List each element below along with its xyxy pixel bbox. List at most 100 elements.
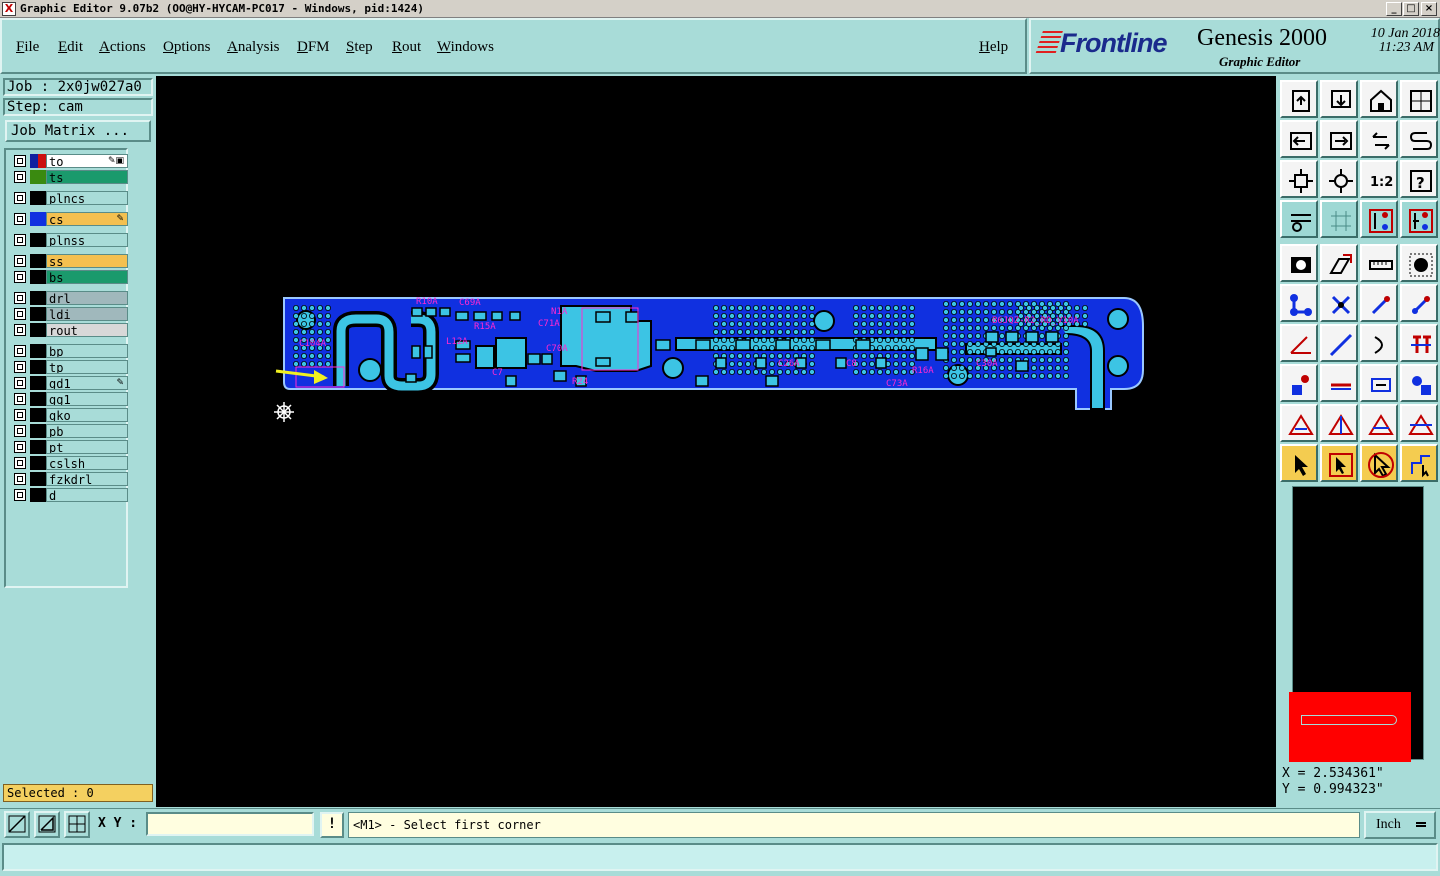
circle-pad-button[interactable] xyxy=(1400,244,1438,282)
display-layers-alt-button[interactable] xyxy=(1400,200,1438,238)
line-add-alt-button[interactable] xyxy=(1400,284,1438,322)
layer-color-swatch[interactable] xyxy=(30,154,46,168)
layer-checkbox[interactable] xyxy=(14,361,26,373)
layer-row-gg1[interactable]: gg1 xyxy=(10,392,128,406)
pcb-board-view[interactable]: R10A C69A N1A C71A R15A L12A C70A C7 R24… xyxy=(156,76,1276,807)
layer-checkbox[interactable] xyxy=(14,489,26,501)
scale-1-2-button[interactable]: 1:2 xyxy=(1360,160,1398,198)
layer-name[interactable]: rout xyxy=(46,323,128,337)
layer-name[interactable]: bp xyxy=(46,344,128,358)
overview-map[interactable] xyxy=(1289,486,1424,762)
layer-checkbox[interactable] xyxy=(14,308,26,320)
redraw-button[interactable] xyxy=(1400,120,1438,158)
layer-color-swatch[interactable] xyxy=(30,456,46,470)
display-layers-button[interactable] xyxy=(1360,200,1398,238)
menu-file[interactable]: File xyxy=(16,38,39,56)
route-button[interactable] xyxy=(1400,444,1438,482)
window-split-button[interactable] xyxy=(1400,80,1438,118)
layer-color-swatch[interactable] xyxy=(30,408,46,422)
layer-checkbox[interactable] xyxy=(14,393,26,405)
triangle-arrow-button[interactable] xyxy=(1360,404,1398,442)
layer-checkbox[interactable] xyxy=(14,457,26,469)
layer-name[interactable]: d xyxy=(46,488,128,502)
triangle-button[interactable] xyxy=(1280,404,1318,442)
layer-checkbox[interactable] xyxy=(14,345,26,357)
query-button[interactable]: ? xyxy=(1400,160,1438,198)
layer-checkbox[interactable] xyxy=(14,292,26,304)
layer-color-swatch[interactable] xyxy=(30,392,46,406)
pointer-button[interactable] xyxy=(1280,444,1318,482)
resize-button[interactable] xyxy=(1360,364,1398,402)
layer-row-pb[interactable]: pb xyxy=(10,424,128,438)
measure-button[interactable] xyxy=(1320,244,1358,282)
message-button[interactable]: ! xyxy=(320,812,344,838)
snap-grid-button[interactable] xyxy=(64,811,90,838)
layer-checkbox[interactable] xyxy=(14,255,26,267)
zoom-fit-button[interactable] xyxy=(1280,160,1318,198)
layer-checkbox[interactable] xyxy=(14,409,26,421)
layer-checkbox[interactable] xyxy=(14,171,26,183)
layer-name[interactable]: plnss xyxy=(46,233,128,247)
dot-button[interactable] xyxy=(1280,364,1318,402)
layer-name[interactable]: ldi xyxy=(46,307,128,321)
app-icon[interactable]: X xyxy=(2,2,16,16)
menu-help[interactable]: Help xyxy=(979,38,1008,56)
layer-checkbox[interactable] xyxy=(14,155,26,167)
horizontal-line-button[interactable] xyxy=(1320,364,1358,402)
layer-row-rout[interactable]: rout xyxy=(10,323,128,337)
unit-selector[interactable]: Inch xyxy=(1364,811,1436,839)
layer-name[interactable]: fzkdrl xyxy=(46,472,128,486)
group-button[interactable] xyxy=(1400,364,1438,402)
layer-row-d[interactable]: d xyxy=(10,488,128,502)
layer-checkbox[interactable] xyxy=(14,213,26,225)
layer-name[interactable]: pt xyxy=(46,440,128,454)
layer-row-drl[interactable]: drl xyxy=(10,291,128,305)
camera-button[interactable] xyxy=(1280,244,1318,282)
layer-color-swatch[interactable] xyxy=(30,254,46,268)
layer-row-to[interactable]: to ✎▣ xyxy=(10,154,128,168)
grid-button[interactable] xyxy=(1320,200,1358,238)
layer-name[interactable]: ts xyxy=(46,170,128,184)
layer-checkbox[interactable] xyxy=(14,324,26,336)
menu-actions[interactable]: Actions xyxy=(99,38,146,56)
layer-color-swatch[interactable] xyxy=(30,270,46,284)
layer-color-swatch[interactable] xyxy=(30,344,46,358)
connect-button[interactable] xyxy=(1280,284,1318,322)
move-right-button[interactable] xyxy=(1320,120,1358,158)
slash-line-button[interactable] xyxy=(1320,324,1358,362)
move-left-button[interactable] xyxy=(1280,120,1318,158)
layer-color-swatch[interactable] xyxy=(30,170,46,184)
arc-button[interactable] xyxy=(1360,324,1398,362)
layer-color-swatch[interactable] xyxy=(30,191,46,205)
menu-edit[interactable]: Edit xyxy=(58,38,83,56)
layer-checkbox[interactable] xyxy=(14,425,26,437)
swap-button[interactable] xyxy=(1360,120,1398,158)
minimize-button[interactable]: _ xyxy=(1386,2,1402,16)
layer-checkbox[interactable] xyxy=(14,441,26,453)
snap-settings-button[interactable] xyxy=(1280,200,1318,238)
layer-color-swatch[interactable] xyxy=(30,472,46,486)
layer-row-fzkdrl[interactable]: fzkdrl xyxy=(10,472,128,486)
angle-button[interactable] xyxy=(1280,324,1318,362)
menu-step[interactable]: Step xyxy=(346,38,373,56)
layer-row-bp[interactable]: bp xyxy=(10,344,128,358)
layer-name[interactable]: plncs xyxy=(46,191,128,205)
triangle-cross-button[interactable] xyxy=(1400,404,1438,442)
layer-row-ldi[interactable]: ldi xyxy=(10,307,128,321)
line-add-button[interactable] xyxy=(1360,284,1398,322)
open-job-button[interactable] xyxy=(1280,80,1318,118)
layer-name[interactable]: tp xyxy=(46,360,128,374)
pointer-box-button[interactable] xyxy=(1320,444,1358,482)
triangle-alt-button[interactable] xyxy=(1320,404,1358,442)
snap-angle-button[interactable] xyxy=(34,811,60,838)
layer-row-gko[interactable]: gko xyxy=(10,408,128,422)
layer-name[interactable]: ss xyxy=(46,254,128,268)
layer-color-swatch[interactable] xyxy=(30,291,46,305)
layer-color-swatch[interactable] xyxy=(30,376,46,390)
layer-row-ss[interactable]: ss xyxy=(10,254,128,268)
close-button[interactable]: × xyxy=(1421,2,1437,16)
layer-name[interactable]: gg1 xyxy=(46,392,128,406)
layer-row-gd1[interactable]: gd1 ✎ xyxy=(10,376,128,390)
home-button[interactable] xyxy=(1360,80,1398,118)
save-button[interactable] xyxy=(1320,80,1358,118)
